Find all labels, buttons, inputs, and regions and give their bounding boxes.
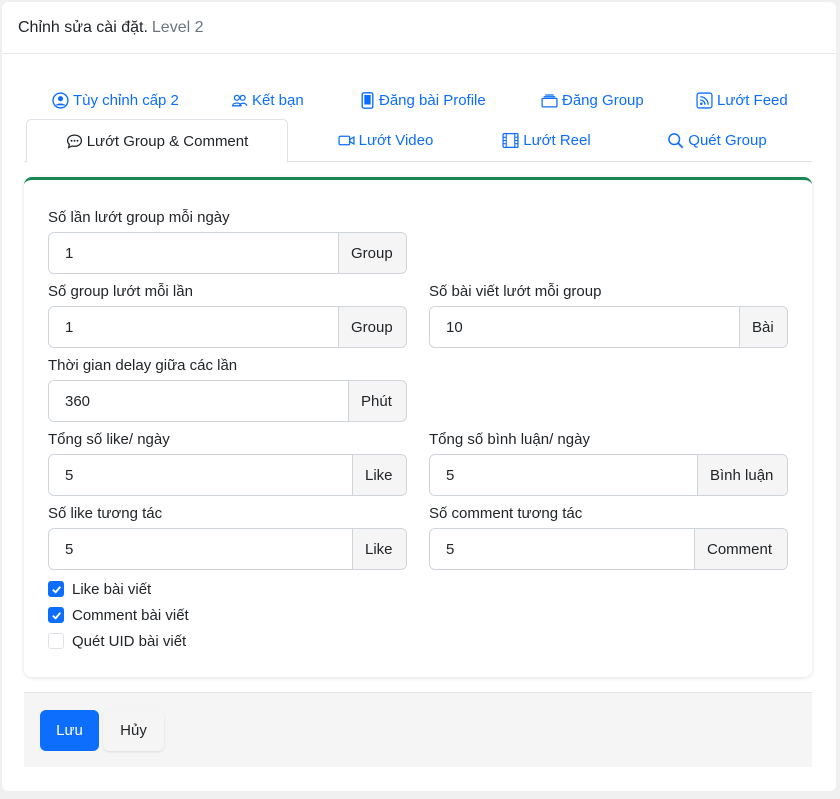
tab-luot-feed[interactable]: Lướt Feed (696, 86, 788, 114)
input-group: Group (48, 306, 407, 348)
tab-label: Lướt Video (358, 132, 434, 149)
tab-tuy-chinh-cap-2[interactable]: Tùy chỉnh cấp 2 (52, 86, 179, 114)
settings-panel: Số lần lướt group mỗi ngày Group Số grou… (24, 177, 812, 677)
check-icon (51, 611, 61, 620)
unit-addon: Group (338, 307, 406, 347)
groups-per-time-input[interactable] (49, 307, 338, 347)
interact-comments-input[interactable] (430, 529, 694, 569)
total-comments-field: Tổng số bình luận/ ngày Bình luận (429, 428, 788, 496)
like-post-checkbox[interactable] (48, 581, 64, 597)
posts-per-group-field: Số bài viết lướt mỗi group Bài (429, 280, 788, 348)
comment-post-checkbox-row[interactable]: Comment bài viết (48, 602, 189, 628)
unit-addon: Phút (348, 381, 406, 421)
modal-header: Chỉnh sửa cài đặt. Level 2 (2, 2, 836, 54)
tab-ket-ban[interactable]: Kết bạn (231, 86, 304, 114)
scan-uid-checkbox[interactable] (48, 633, 64, 649)
field-label: Số lần lướt group mỗi ngày (48, 209, 230, 226)
unit-addon: Bình luận (697, 455, 787, 495)
input-group: Group (48, 232, 407, 274)
scroll-group-per-day-field: Số lần lướt group mỗi ngày Group (48, 206, 407, 274)
like-post-checkbox-row[interactable]: Like bài viết (48, 576, 189, 602)
input-group: Like (48, 528, 407, 570)
tab-label: Lướt Group & Comment (86, 132, 249, 150)
unit-addon: Like (352, 529, 406, 569)
input-group: Phút (48, 380, 407, 422)
checkbox-label: Quét UID bài viết (72, 632, 187, 650)
interact-likes-field: Số like tương tác Like (48, 502, 407, 570)
field-label: Tổng số bình luận/ ngày (429, 431, 590, 448)
checkbox-label: Like bài viết (72, 580, 152, 598)
chat-dots-icon (66, 133, 82, 149)
user-circle-icon (52, 91, 69, 109)
field-label: Tổng số like/ ngày (48, 431, 170, 448)
tab-label: Lướt Feed (717, 91, 788, 109)
interact-likes-input[interactable] (49, 529, 352, 569)
input-group: Bài (429, 306, 788, 348)
people-icon (231, 94, 248, 106)
interact-comments-field: Số comment tương tác Comment (429, 502, 788, 570)
tabs-row-1: Tùy chỉnh cấp 2 Kết bạn Đăng bài Profile… (24, 86, 812, 114)
camera-video-icon (338, 135, 355, 146)
tab-label: Quét Group (688, 132, 767, 149)
total-comments-input[interactable] (430, 455, 697, 495)
tab-luot-video[interactable]: Lướt Video (288, 119, 483, 162)
input-group: Bình luận (429, 454, 788, 496)
search-icon (668, 133, 684, 149)
tab-dang-bai-profile[interactable]: Đăng bài Profile (360, 86, 486, 114)
layers-icon (541, 93, 558, 108)
delay-field: Thời gian delay giữa các lần Phút (48, 354, 407, 422)
posts-per-group-input[interactable] (430, 307, 739, 347)
cancel-button[interactable]: Hủy (103, 710, 164, 751)
checkbox-group: Like bài viết Comment bài viết Quét UID … (48, 576, 189, 654)
scroll-group-per-day-input[interactable] (49, 233, 338, 273)
phone-icon (361, 91, 374, 109)
modal-title: Chỉnh sửa cài đặt. (18, 18, 148, 36)
tab-label: Đăng bài Profile (379, 91, 486, 109)
tab-label: Tùy chỉnh cấp 2 (73, 91, 179, 109)
total-likes-input[interactable] (49, 455, 352, 495)
field-label: Số like tương tác (48, 505, 163, 522)
comment-post-checkbox[interactable] (48, 607, 64, 623)
tabs-row-2: Lướt Group & Comment Lướt Video Lướt Ree… (24, 119, 812, 163)
unit-addon: Like (352, 455, 406, 495)
save-button[interactable]: Lưu (40, 710, 99, 751)
field-label: Số comment tương tác (429, 505, 583, 522)
input-group: Like (48, 454, 407, 496)
film-icon (502, 132, 519, 149)
unit-addon: Group (338, 233, 406, 273)
scan-uid-checkbox-row[interactable]: Quét UID bài viết (48, 628, 189, 654)
total-likes-field: Tổng số like/ ngày Like (48, 428, 407, 496)
tab-luot-reel[interactable]: Lướt Reel (483, 119, 610, 162)
level-label: Level 2 (151, 18, 204, 36)
unit-addon: Comment (694, 529, 787, 569)
tab-label: Đăng Group (562, 91, 644, 109)
field-label: Số bài viết lướt mỗi group (429, 283, 602, 300)
input-group: Comment (429, 528, 788, 570)
tab-dang-group[interactable]: Đăng Group (541, 86, 644, 114)
rss-icon (696, 91, 713, 109)
tab-quet-group[interactable]: Quét Group (610, 119, 824, 162)
checkbox-label: Comment bài viết (72, 606, 189, 624)
unit-addon: Bài (739, 307, 787, 347)
field-label: Thời gian delay giữa các lần (48, 357, 238, 374)
field-label: Số group lướt mỗi lần (48, 283, 193, 300)
tab-label: Lướt Reel (523, 132, 591, 149)
tab-luot-group-comment[interactable]: Lướt Group & Comment (26, 119, 288, 163)
delay-input[interactable] (49, 381, 348, 421)
tab-label: Kết bạn (252, 91, 304, 109)
check-icon (51, 585, 61, 594)
modal-footer: Lưu Hủy (24, 692, 812, 767)
groups-per-time-field: Số group lướt mỗi lần Group (48, 280, 407, 348)
